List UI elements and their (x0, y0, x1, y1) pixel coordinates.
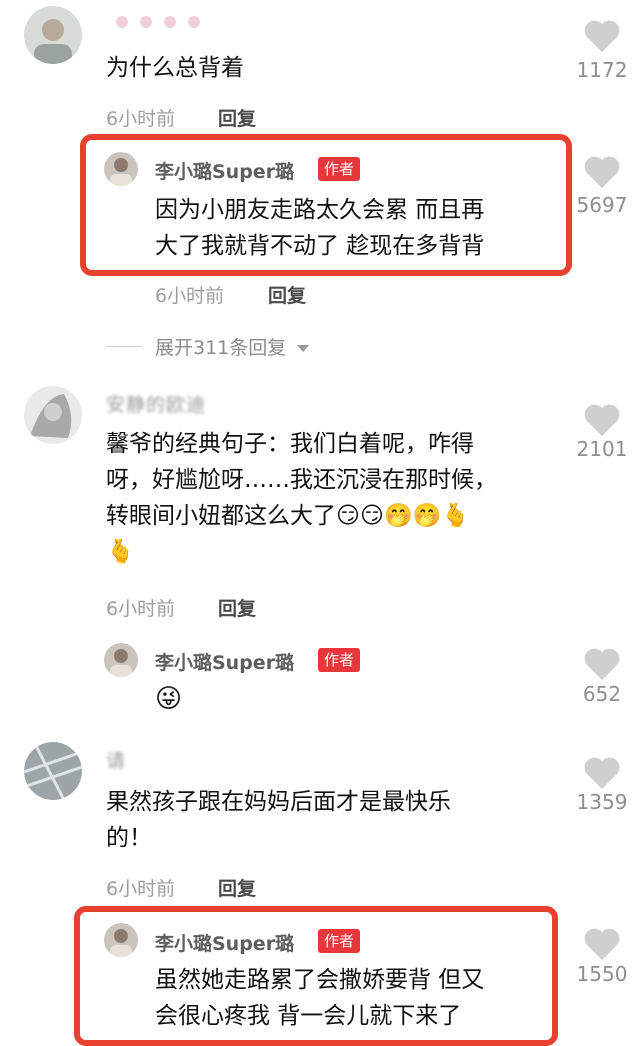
author-name[interactable]: 李小璐Super璐 (155, 157, 294, 184)
chevron-down-icon (297, 344, 310, 352)
like-count: 652 (582, 682, 622, 706)
comment-text: 馨爷的经典句子：我们白着呢，咋得 呀，好尴尬呀……我还沉浸在那时候， 转眼间小妞… (106, 431, 497, 565)
timestamp: 6小时前 (106, 878, 176, 900)
author-name[interactable]: 李小璐Super璐 (155, 648, 294, 675)
avatar[interactable] (24, 386, 82, 444)
reply-emoji: 😜 (155, 684, 183, 714)
expand-divider (106, 346, 142, 347)
like-heart-icon[interactable] (582, 18, 622, 54)
author-avatar[interactable] (104, 152, 138, 186)
reply-button[interactable]: 回复 (268, 281, 306, 308)
username[interactable]: 安静的欧迪 (106, 390, 206, 417)
author-name[interactable]: 李小璐Super璐 (155, 929, 294, 956)
avatar[interactable] (24, 6, 82, 64)
author-badge: 作者 (318, 157, 361, 181)
reply-button[interactable]: 回复 (218, 594, 256, 621)
author-avatar[interactable] (104, 923, 138, 957)
reply-button[interactable]: 回复 (218, 874, 256, 901)
timestamp: 6小时前 (106, 598, 176, 620)
like-heart-icon[interactable] (582, 402, 622, 438)
like-count: 1359 (576, 790, 628, 814)
author-badge: 作者 (318, 929, 361, 953)
like-heart-icon[interactable] (582, 646, 622, 682)
like-count: 1172 (576, 58, 628, 82)
reply-text: 因为小朋友走路太久会累 而且再 大了我就背不动了 趁现在多背背 (155, 197, 485, 259)
comment-text: 为什么总背着 (106, 55, 244, 81)
expand-replies-button[interactable]: 展开311条回复 (155, 333, 310, 360)
like-heart-icon[interactable] (582, 755, 622, 791)
username-decoration-icon (116, 16, 200, 28)
author-avatar[interactable] (104, 643, 138, 677)
like-heart-icon[interactable] (582, 926, 622, 962)
avatar[interactable] (24, 742, 82, 800)
username[interactable]: 请 (106, 746, 126, 773)
reply-text: 虽然她走路累了会撒娇要背 但又 会很心疼我 背一会儿就下来了 (155, 967, 485, 1029)
comment-text: 果然孩子跟在妈妈后面才是最快乐 的！ (106, 789, 451, 851)
like-count: 1550 (576, 962, 628, 986)
like-count: 5697 (576, 193, 628, 217)
like-heart-icon[interactable] (582, 154, 622, 190)
reply-button[interactable]: 回复 (218, 104, 256, 131)
timestamp: 6小时前 (106, 108, 176, 130)
author-badge: 作者 (318, 648, 361, 672)
like-count: 2101 (576, 437, 628, 461)
timestamp: 6小时前 (155, 285, 225, 307)
